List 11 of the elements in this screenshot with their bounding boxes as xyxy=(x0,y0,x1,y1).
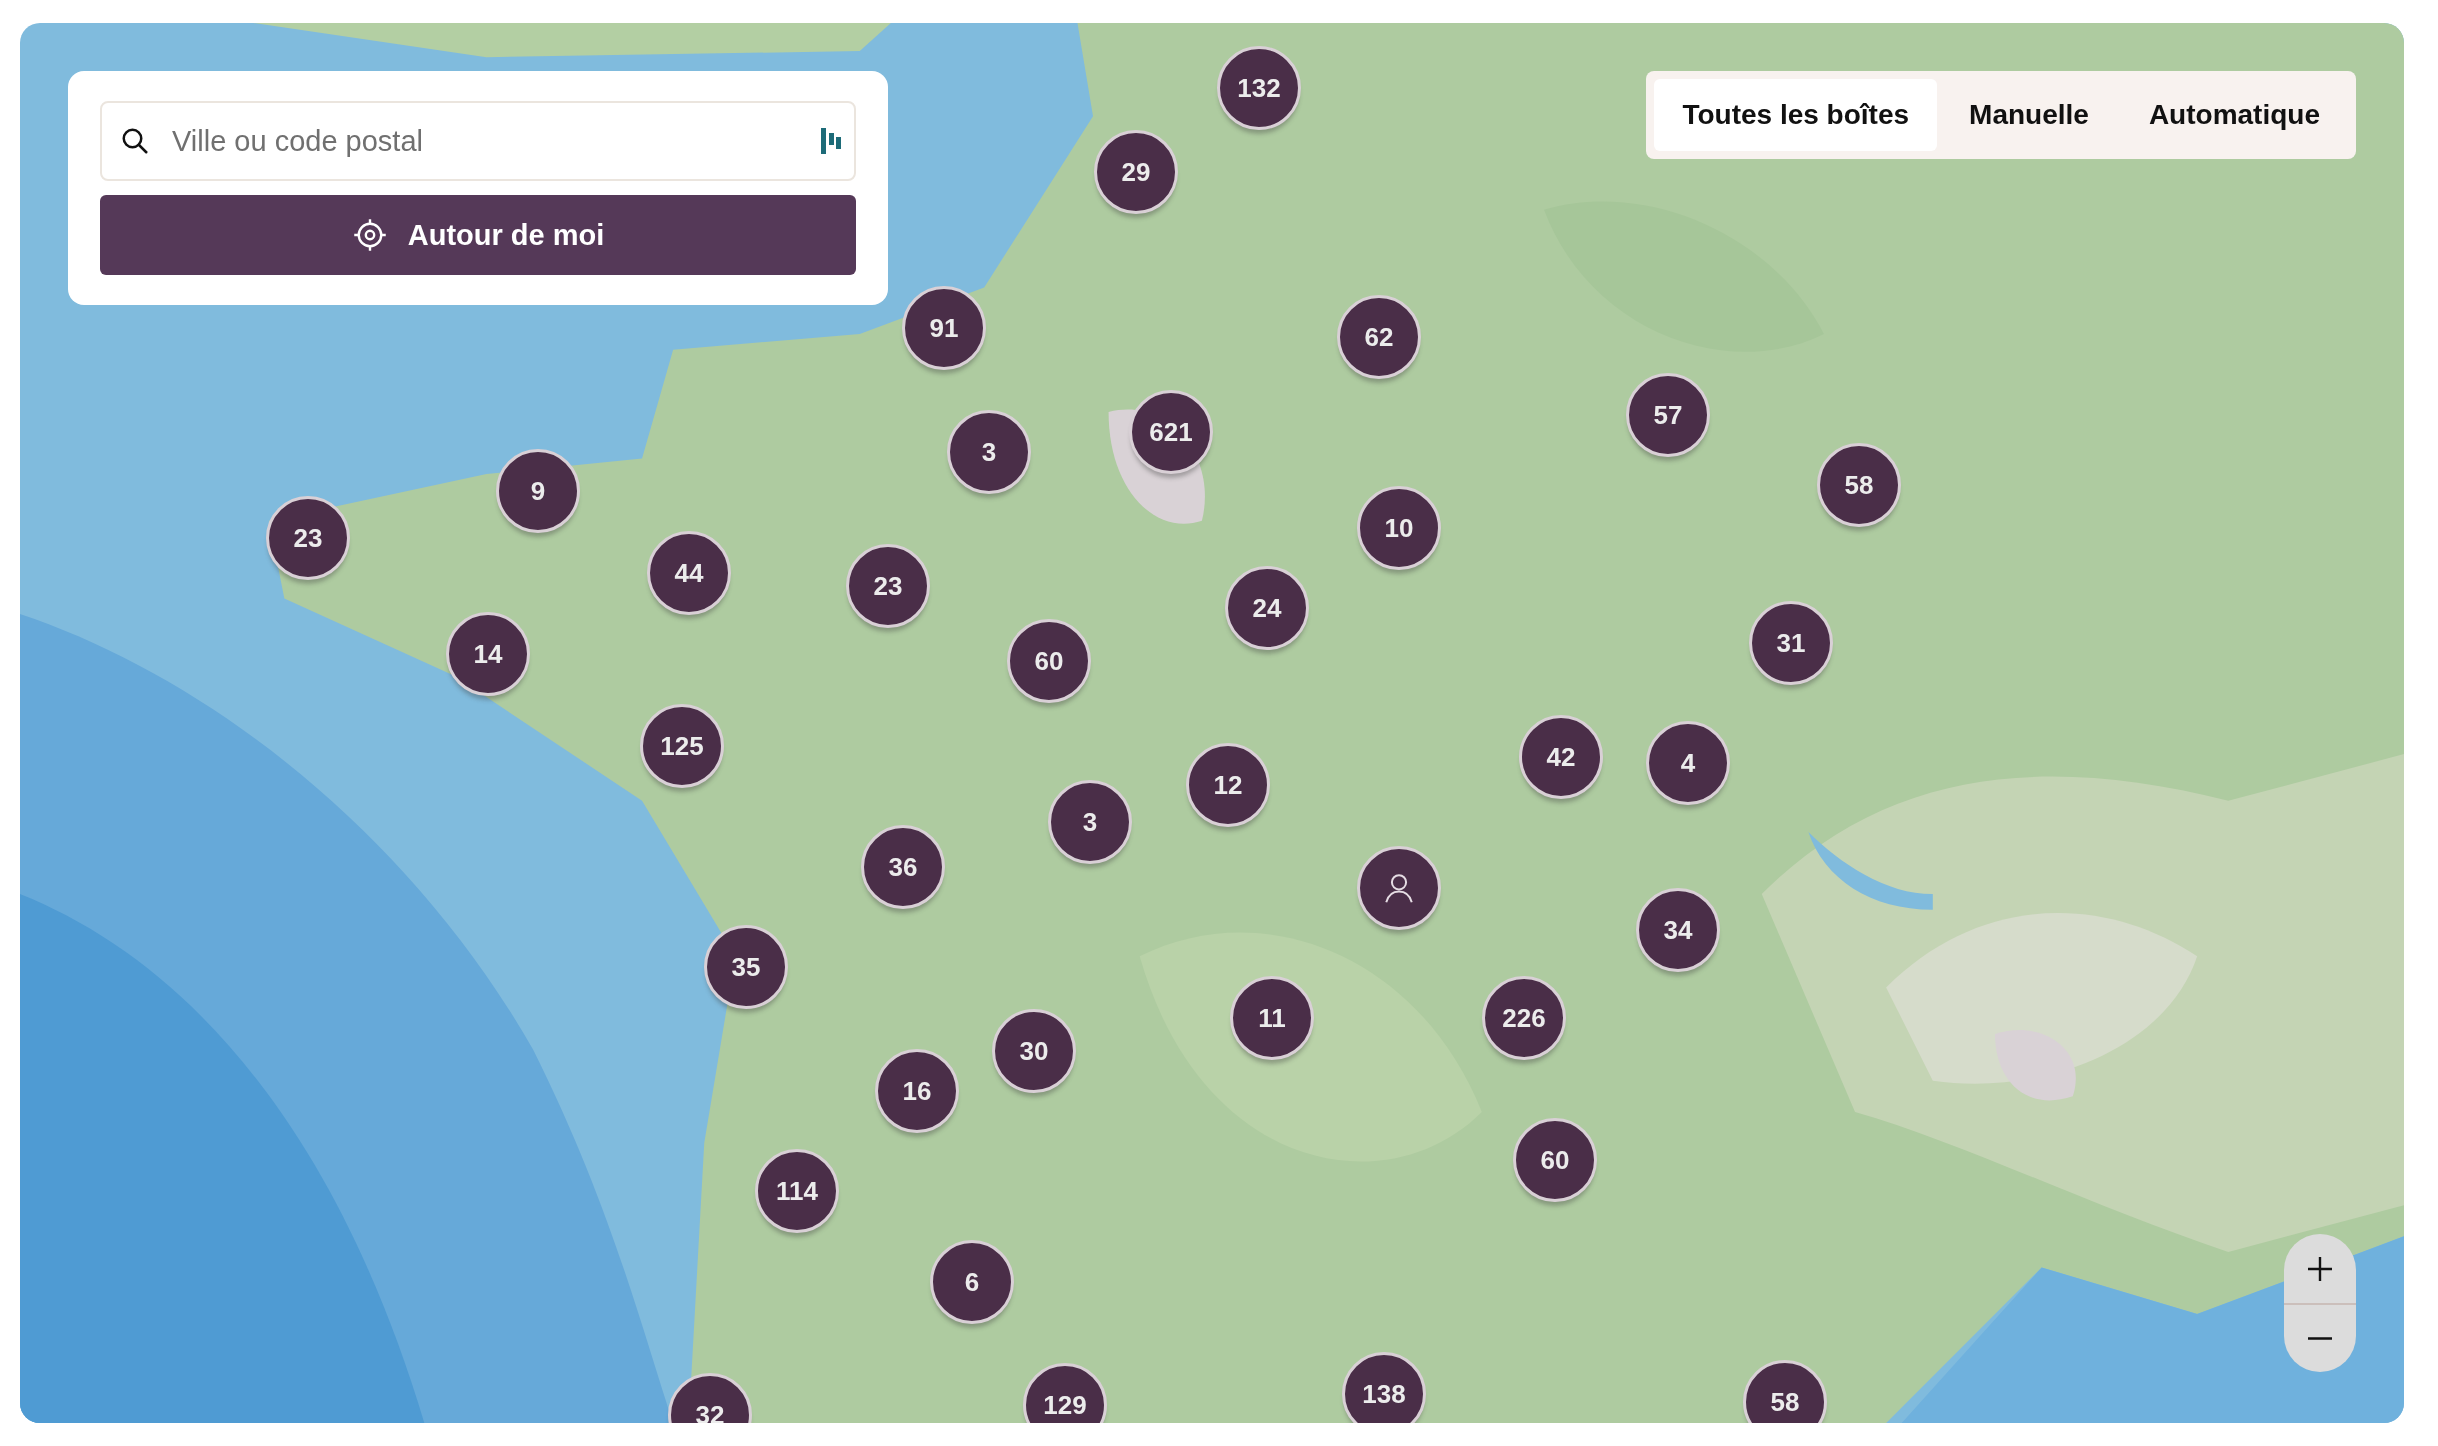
search-icon xyxy=(120,126,150,156)
search-field[interactable]: Ville ou code postal xyxy=(100,101,856,181)
filter-tab[interactable]: Toutes les boîtes xyxy=(1654,79,1938,151)
filter-tab[interactable]: Manuelle xyxy=(1941,79,2117,151)
plus-icon xyxy=(2306,1254,2334,1283)
locate-button[interactable]: Autour de moi xyxy=(100,195,856,275)
bars-icon xyxy=(820,127,842,155)
minus-icon xyxy=(2306,1337,2334,1340)
crosshair-icon xyxy=(351,217,388,253)
filter-tab[interactable]: Automatique xyxy=(2120,79,2348,151)
person-icon xyxy=(1382,871,1416,905)
